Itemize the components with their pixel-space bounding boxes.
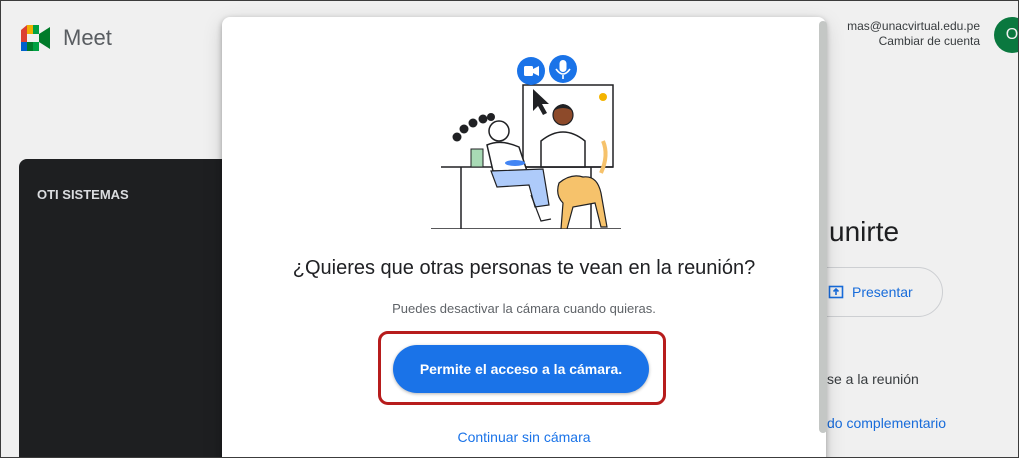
microphone-icon (559, 60, 567, 72)
camera-permission-dialog: ¿Quieres que otras personas te vean en l… (222, 17, 826, 457)
camera-icon (524, 66, 533, 76)
dialog-subtitle: Puedes desactivar la cámara cuando quier… (392, 301, 656, 316)
allow-camera-button[interactable]: Permite el acceso a la cámara. (393, 345, 649, 393)
cursor-icon (533, 89, 549, 115)
dialog-title: ¿Quieres que otras personas te vean en l… (292, 257, 756, 279)
video-call-illustration (431, 55, 621, 229)
meet-window: Meet mas@unacvirtual.edu.pe Cambiar de c… (0, 0, 1019, 458)
dialog-scrollbar[interactable] (819, 21, 827, 433)
continue-without-camera-link[interactable]: Continuar sin cámara (222, 429, 826, 445)
